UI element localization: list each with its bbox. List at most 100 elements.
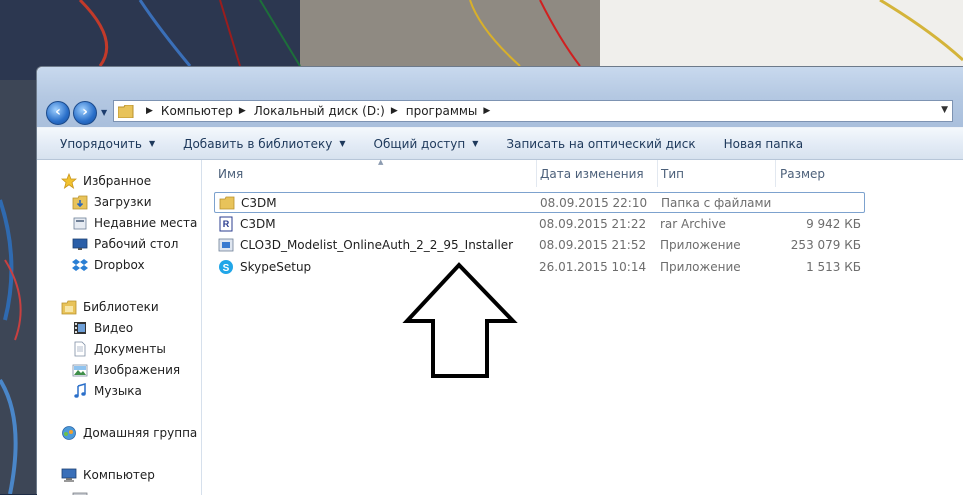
forward-button[interactable]: › [73, 101, 97, 125]
command-bar: Упорядочить ▼ Добавить в библиотеку ▼ Общи… [37, 127, 963, 160]
nav-label: Музыка [94, 384, 142, 398]
nav-item-music[interactable]: Музыка [72, 381, 142, 401]
nav-item-downloads[interactable]: Загрузки [72, 192, 152, 212]
computer-icon [61, 468, 77, 482]
svg-text:S: S [223, 263, 230, 274]
annotation-arrow-icon [402, 262, 518, 378]
downloads-folder-icon [72, 195, 88, 210]
nav-item-video[interactable]: Видео [72, 318, 133, 338]
table-row[interactable]: CLO3D_Modelist_OnlineAuth_2_2_95_Install… [214, 234, 865, 255]
breadcrumb-separator-icon[interactable]: ▶ [391, 106, 398, 116]
video-icon [74, 322, 86, 334]
file-name-cell: S SkypeSetup [218, 256, 311, 277]
file-size: 9 942 КБ [806, 216, 861, 231]
libraries-icon [61, 300, 77, 315]
installer-icon [218, 238, 234, 251]
breadcrumb-separator-icon[interactable]: ▶ [483, 106, 490, 116]
breadcrumb-label: программы [405, 104, 478, 118]
column-divider[interactable] [775, 160, 776, 187]
nav-item-homegroup[interactable]: Домашняя группа [61, 423, 197, 443]
file-name-cell: R C3DM [218, 213, 276, 234]
file-type: Папка с файлами [661, 195, 772, 210]
breadcrumb-local-disk[interactable]: Локальный диск (D:) ▶ [254, 104, 406, 118]
nav-label: Домашняя группа [83, 426, 198, 440]
nav-item-favorites[interactable]: Избранное [61, 171, 151, 191]
chevron-down-icon: ▼ [148, 139, 156, 148]
dropbox-icon [72, 259, 88, 271]
skype-icon: S [219, 259, 233, 274]
burn-button[interactable]: Записать на оптический диск [492, 128, 709, 159]
share-label: Общий доступ [373, 136, 466, 151]
file-date: 08.09.2015 21:22 [539, 216, 647, 231]
nav-label: Dropbox [94, 258, 145, 272]
documents-icon [74, 341, 86, 357]
rar-archive-icon: R [219, 216, 233, 231]
recent-pages-dropdown-icon[interactable]: ▼ [101, 108, 107, 117]
recent-places-icon [73, 217, 87, 230]
desktop-icon [72, 238, 88, 250]
column-header-type[interactable]: Тип [661, 160, 684, 187]
breadcrumb-separator-icon[interactable]: ▶ [146, 106, 153, 116]
file-name: CLO3D_Modelist_OnlineAuth_2_2_95_Install… [240, 237, 514, 252]
table-row[interactable]: S SkypeSetup 26.01.2015 10:14 Приложение… [214, 256, 865, 277]
file-name-cell: C3DM [219, 193, 277, 212]
file-date: 26.01.2015 10:14 [539, 259, 647, 274]
column-header-name[interactable]: Имя [218, 160, 243, 187]
file-type: Приложение [660, 259, 741, 274]
table-row[interactable]: R C3DM 08.09.2015 21:22 rar Archive 9 94… [214, 213, 865, 234]
chevron-down-icon: ▼ [472, 139, 479, 148]
nav-item-computer[interactable]: Компьютер [61, 465, 155, 485]
add-to-library-button[interactable]: Добавить в библиотеку ▼ [169, 128, 359, 159]
column-divider[interactable] [536, 160, 537, 187]
column-header-label: Имя [218, 166, 244, 181]
column-header-size[interactable]: Размер [780, 160, 825, 187]
breadcrumb-root[interactable]: ▶ [140, 106, 161, 116]
add-to-library-label: Добавить в библиотеку [183, 136, 333, 151]
file-name: C3DM [240, 216, 276, 231]
share-button[interactable]: Общий доступ ▼ [360, 128, 493, 159]
music-icon [74, 383, 86, 398]
file-date: 08.09.2015 22:10 [540, 195, 648, 210]
organize-label: Упорядочить [60, 136, 142, 151]
address-bar[interactable]: ▶ Компьютер ▶ Локальный диск (D:) ▶ програ… [113, 100, 953, 122]
breadcrumb-computer[interactable]: Компьютер ▶ [161, 104, 254, 118]
file-type: Приложение [660, 237, 741, 252]
nav-item-documents[interactable]: Документы [72, 339, 166, 359]
file-name: C3DM [241, 195, 277, 210]
column-header-label: Тип [661, 166, 684, 181]
nav-label: Рабочий стол [94, 237, 179, 251]
new-folder-label: Новая папка [723, 136, 804, 151]
address-dropdown-icon[interactable]: ▼ [941, 105, 948, 115]
breadcrumb-separator-icon[interactable]: ▶ [239, 106, 246, 116]
folder-icon [118, 104, 134, 118]
nav-label: Библиотеки [83, 300, 159, 314]
column-divider[interactable] [657, 160, 658, 187]
nav-item-libraries[interactable]: Библиотеки [61, 297, 159, 317]
nav-label: Видео [94, 321, 134, 335]
svg-text:R: R [223, 219, 230, 229]
back-button[interactable]: ‹ [46, 101, 70, 125]
organize-button[interactable]: Упорядочить ▼ [37, 128, 169, 159]
navigation-pane: Избранное Загрузки Недавние места Рабочи… [37, 160, 202, 495]
homegroup-icon [62, 426, 76, 440]
file-date: 08.09.2015 21:52 [539, 237, 647, 252]
new-folder-button[interactable]: Новая папка [710, 128, 817, 159]
breadcrumb-label: Локальный диск (D:) [253, 104, 385, 118]
nav-label: Избранное [83, 174, 152, 188]
column-header-date[interactable]: Дата изменения [540, 160, 644, 187]
nav-item-images[interactable]: Изображения [72, 360, 180, 380]
file-name-cell: CLO3D_Modelist_OnlineAuth_2_2_95_Install… [218, 234, 513, 255]
sort-ascending-icon: ▲ [378, 158, 384, 166]
star-icon [61, 173, 77, 189]
file-size: 253 079 КБ [790, 237, 861, 252]
burn-label: Записать на оптический диск [506, 136, 696, 151]
chevron-down-icon: ▼ [339, 139, 346, 148]
nav-label: Компьютер [83, 468, 155, 482]
table-row[interactable]: C3DM 08.09.2015 22:10 Папка с файлами [214, 192, 865, 213]
nav-item-desktop[interactable]: Рабочий стол [72, 234, 178, 254]
nav-item-recent[interactable]: Недавние места [72, 213, 197, 233]
file-name: SkypeSetup [240, 259, 312, 274]
nav-item-dropbox[interactable]: Dropbox [72, 255, 145, 275]
nav-label: Документы [94, 342, 166, 356]
breadcrumb-programs[interactable]: программы ▶ [406, 104, 499, 118]
